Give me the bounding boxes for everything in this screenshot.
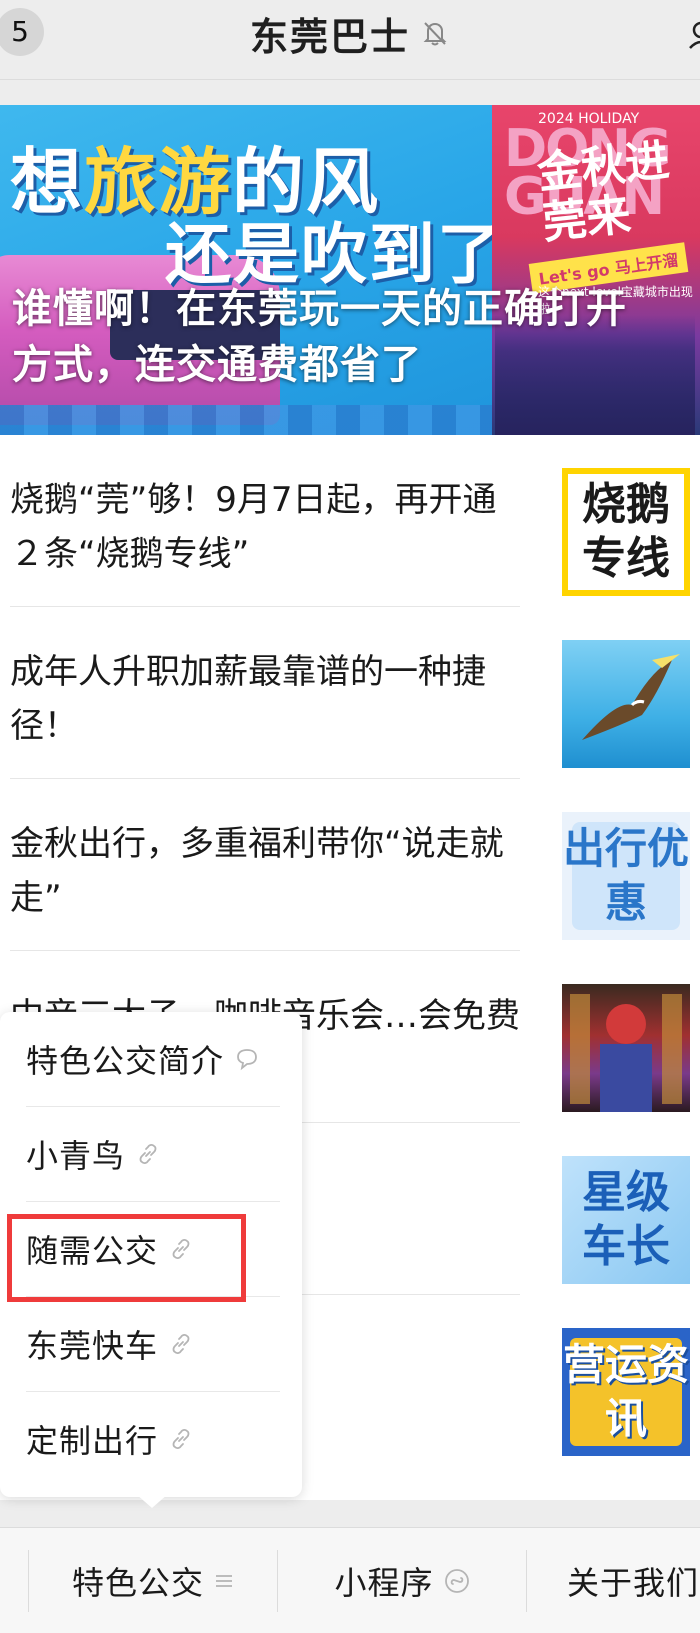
tab-label: 特色公交 xyxy=(71,1564,204,1602)
hero-caption: 谁懂啊！在东莞玩一天的正确打开方式，连交通费都省了 xyxy=(12,286,627,388)
submenu-item-dongguan-express[interactable]: 东莞快车 xyxy=(26,1297,280,1391)
tab-label: 关于我们 xyxy=(567,1564,700,1602)
hero-article[interactable]: 想旅游的风 还是吹到了 2024 HOLIDAY DONG GUAN 金秋进莞来… xyxy=(0,105,700,435)
submenu-item-label: 特色公交简介 xyxy=(26,1042,225,1080)
seagull-image xyxy=(582,654,680,740)
link-icon xyxy=(172,1334,190,1354)
mini-program-icon xyxy=(444,1569,469,1593)
submenu-item-feature-intro[interactable]: 特色公交简介 xyxy=(26,1012,280,1106)
article-title: 金秋出行，多重福利带你“说走就走” xyxy=(10,824,504,918)
thumbnail-text: 营运资讯 xyxy=(562,1340,689,1443)
tab-label: 小程序 xyxy=(334,1564,434,1602)
thumbnail-text: 烧鹅专线 xyxy=(582,479,670,584)
thumbnail-text: 星级车长 xyxy=(582,1167,670,1272)
chat-bubble-icon xyxy=(237,1049,257,1071)
title-wrap: 东莞巴士 xyxy=(0,0,700,66)
top-nav-bar: 5 东莞巴士 xyxy=(0,0,700,80)
submenu-item-label: 定制出行 xyxy=(26,1422,159,1460)
submenu-item-label: 小青鸟 xyxy=(26,1137,126,1175)
submenu-item-label: 东莞快车 xyxy=(26,1327,159,1365)
list-item[interactable]: 成年人升职加薪最靠谱的一种捷径！ xyxy=(0,607,700,779)
link-icon xyxy=(172,1429,190,1449)
account-title: 东莞巴士 xyxy=(249,14,410,59)
tab-about-us[interactable]: 关于我们 xyxy=(527,1528,700,1633)
bottom-menu-bar: 特色公交 小程序 关于我们 xyxy=(0,1527,700,1633)
link-icon xyxy=(139,1144,157,1164)
header-divider xyxy=(0,79,700,80)
article-title: 烧鹅“莞”够！9月7日起，再开通２条“烧鹅专线” xyxy=(10,480,497,574)
profile-icon[interactable] xyxy=(688,20,700,50)
submenu-item-xiaoqingniao[interactable]: 小青鸟 xyxy=(26,1107,280,1201)
article-thumbnail: 出行优惠 xyxy=(562,812,690,940)
tab-featured-bus[interactable]: 特色公交 xyxy=(29,1528,277,1633)
highlight-annotation-box xyxy=(7,1214,246,1302)
popup-pointer xyxy=(136,1494,168,1508)
bell-muted-icon xyxy=(423,22,447,46)
menu-lines-icon xyxy=(216,1575,232,1587)
article-thumbnail xyxy=(562,640,690,768)
article-thumbnail: 营运资讯 xyxy=(562,1328,690,1456)
article-thumbnail: 星级车长 xyxy=(562,1156,690,1284)
poster-slogan: 金秋进莞来 xyxy=(535,134,672,250)
tab-mini-program[interactable]: 小程序 xyxy=(278,1528,526,1633)
submenu-item-custom-travel[interactable]: 定制出行 xyxy=(26,1392,280,1486)
article-thumbnail: 烧鹅专线 xyxy=(562,468,690,596)
article-thumbnail xyxy=(562,984,690,1112)
thumbnail-text: 出行优惠 xyxy=(562,824,689,927)
performer-image xyxy=(570,994,682,1112)
article-title: 成年人升职加薪最靠谱的一种捷径！ xyxy=(10,652,486,746)
list-item[interactable]: 烧鹅“莞”够！9月7日起，再开通２条“烧鹅专线” 烧鹅专线 xyxy=(0,435,700,607)
list-item[interactable]: 金秋出行，多重福利带你“说走就走” 出行优惠 xyxy=(0,779,700,951)
